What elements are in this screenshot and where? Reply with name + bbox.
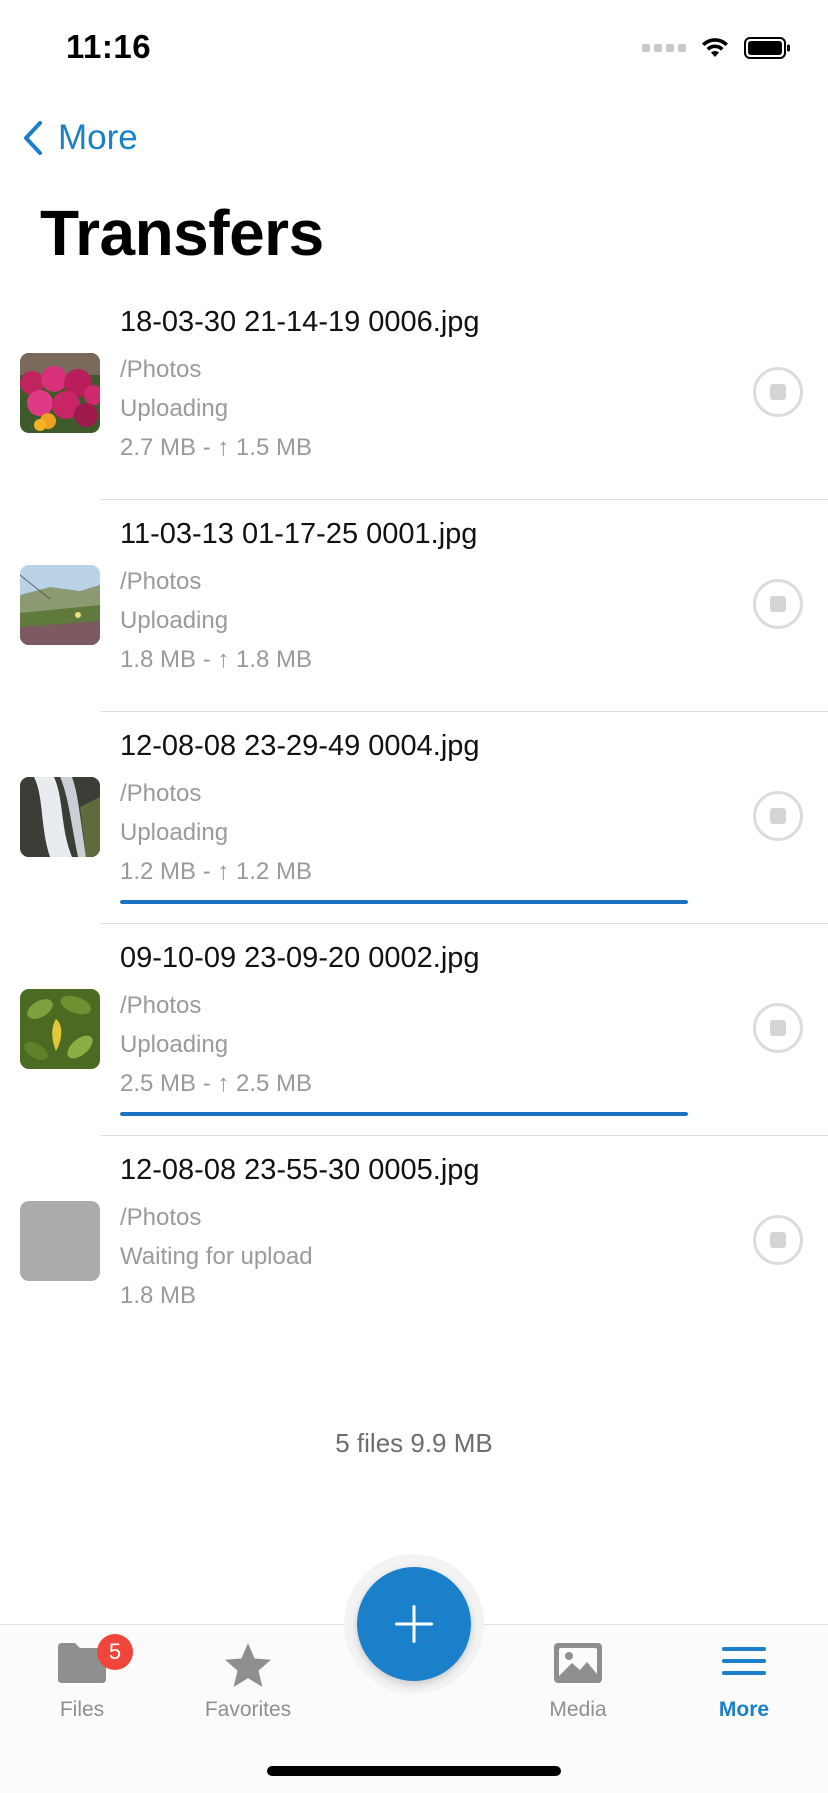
add-button[interactable] [357, 1567, 471, 1681]
thumbnail-leaves [20, 989, 100, 1069]
stop-icon [770, 384, 786, 400]
transfer-path: /Photos [120, 992, 202, 1019]
transfer-status: Uploading [120, 1031, 229, 1058]
transfer-filename: 11-03-13 01-17-25 0001.jpg [120, 518, 478, 550]
back-button[interactable]: More [22, 118, 138, 158]
transfer-status: Uploading [120, 819, 229, 846]
tab-favorites-label: Favorites [204, 1698, 292, 1721]
tab-favorites[interactable]: Favorites [178, 1625, 318, 1735]
transfer-row[interactable]: 12-08-08 23-29-49 0004.jpg /Photos Uploa… [0, 712, 828, 1116]
wifi-icon [702, 38, 728, 57]
page-title: Transfers [40, 197, 324, 269]
transfer-list: 18-03-30 21-14-19 0006.jpg /Photos Uploa… [0, 288, 828, 1348]
thumbnail-placeholder [20, 1201, 100, 1281]
stop-transfer-button[interactable] [753, 1215, 803, 1265]
chevron-left-icon [24, 121, 42, 155]
files-badge: 5 [97, 1634, 133, 1670]
transfer-row[interactable]: 11-03-13 01-17-25 0001.jpg /Photos Uploa… [0, 500, 828, 904]
battery-icon [744, 37, 790, 59]
transfer-filename: 09-10-09 23-09-20 0002.jpg [120, 942, 480, 974]
status-bar: 11:16 [0, 0, 828, 100]
transfer-filename: 12-08-08 23-55-30 0005.jpg [120, 1154, 480, 1186]
stop-icon [770, 1232, 786, 1248]
tab-media-label: Media [549, 1698, 607, 1721]
plus-icon [395, 1605, 433, 1643]
stop-transfer-button[interactable] [753, 367, 803, 417]
transfer-size: 1.2 MB - ↑ 1.2 MB [120, 858, 313, 885]
image-icon [554, 1643, 602, 1683]
home-indicator [267, 1766, 561, 1776]
status-icons [642, 36, 792, 60]
transfer-path: /Photos [120, 1204, 202, 1231]
stop-icon [770, 596, 786, 612]
transfer-filename: 18-03-30 21-14-19 0006.jpg [120, 306, 480, 338]
transfer-path: /Photos [120, 356, 202, 383]
transfer-path: /Photos [120, 568, 202, 595]
transfer-status: Waiting for upload [120, 1243, 313, 1270]
stop-transfer-button[interactable] [753, 1003, 803, 1053]
star-icon [225, 1643, 271, 1687]
back-button-label: More [58, 118, 138, 157]
transfer-row[interactable]: 18-03-30 21-14-19 0006.jpg /Photos Uploa… [0, 288, 828, 500]
transfer-filename: 12-08-08 23-29-49 0004.jpg [120, 730, 480, 762]
cellular-signal-icon [642, 44, 686, 52]
transfer-row[interactable]: 09-10-09 23-09-20 0002.jpg /Photos Uploa… [0, 924, 828, 1136]
transfer-status: Uploading [120, 395, 229, 422]
status-time: 11:16 [66, 28, 152, 65]
stop-transfer-button[interactable] [753, 579, 803, 629]
tab-files[interactable]: Files [12, 1625, 152, 1735]
thumbnail-coast [20, 565, 100, 645]
stop-icon [770, 1020, 786, 1036]
transfer-summary: 5 files 9.9 MB [335, 1428, 493, 1458]
tab-media[interactable]: Media [508, 1625, 648, 1735]
stop-transfer-button[interactable] [753, 791, 803, 841]
menu-icon [722, 1647, 766, 1675]
transfer-row[interactable]: 12-08-08 23-55-30 0005.jpg /Photos Waiti… [0, 1136, 828, 1348]
stop-icon [770, 808, 786, 824]
tab-more-label: More [718, 1698, 770, 1721]
transfer-size: 1.8 MB [120, 1282, 197, 1309]
transfer-path: /Photos [120, 780, 202, 807]
transfer-size: 2.5 MB - ↑ 2.5 MB [120, 1070, 313, 1097]
thumbnail-flowers [20, 353, 100, 433]
tab-more[interactable]: More [674, 1625, 814, 1735]
transfer-status: Uploading [120, 607, 229, 634]
tab-files-label: Files [59, 1698, 105, 1721]
transfer-size: 1.8 MB - ↑ 1.8 MB [120, 646, 313, 673]
transfer-size: 2.7 MB - ↑ 1.5 MB [120, 434, 313, 461]
thumbnail-waterfall [20, 777, 100, 857]
